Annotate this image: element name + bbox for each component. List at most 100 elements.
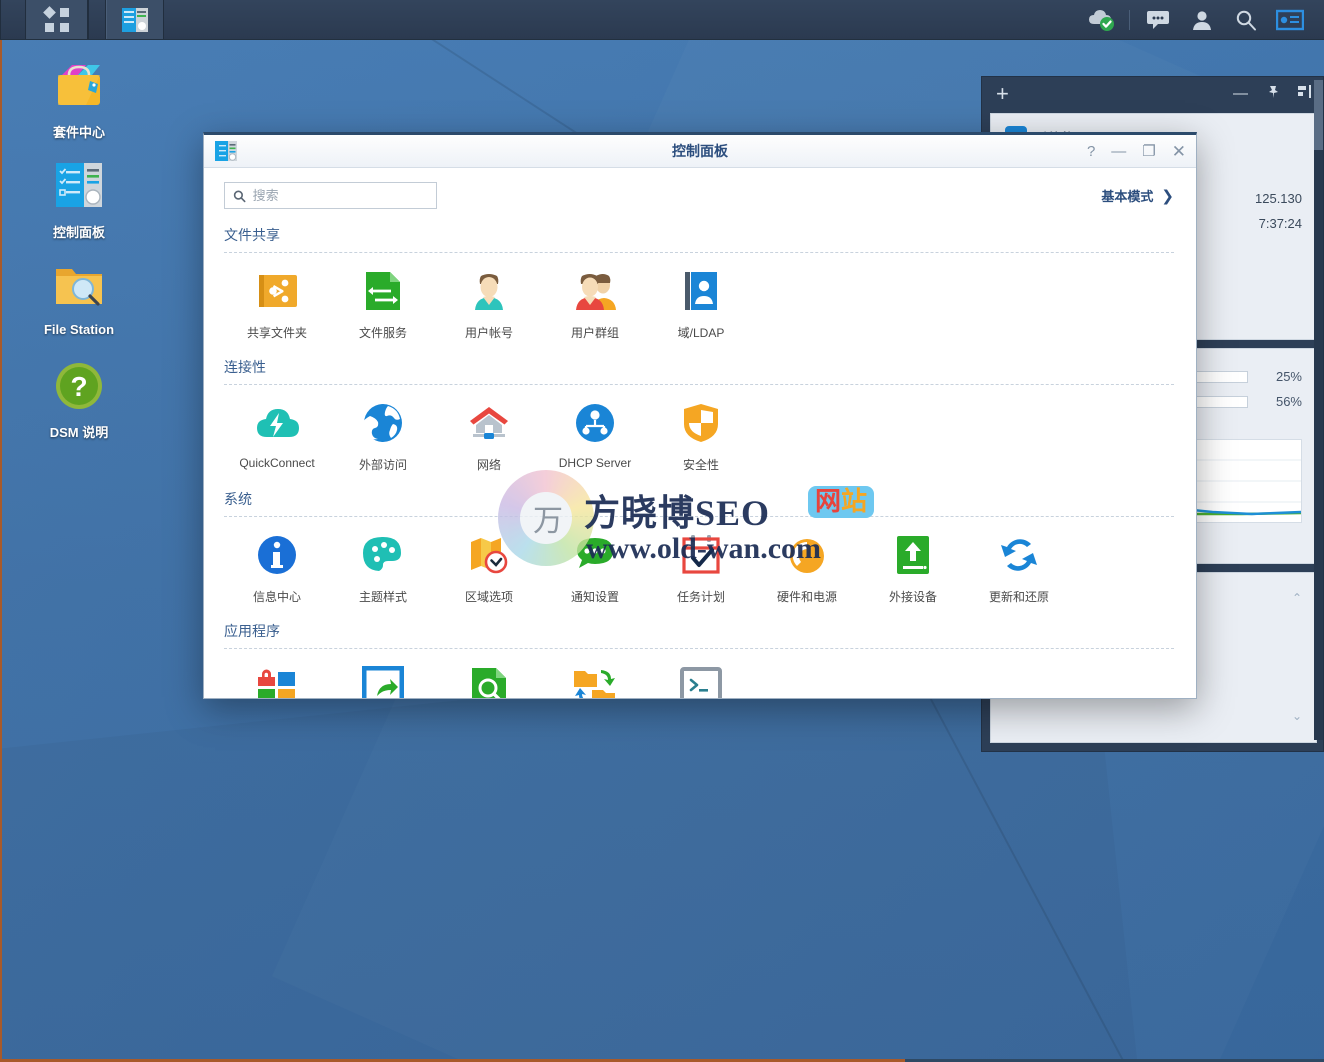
- chevron-right-icon: ❯: [1161, 187, 1174, 205]
- widget-scrollbar[interactable]: [1314, 80, 1323, 740]
- widget-collapse-button[interactable]: [1298, 84, 1313, 103]
- cp-item-label: 外部访问: [358, 458, 407, 472]
- control-panel-icon: [122, 7, 148, 32]
- cp-item-label: 硬件和电源: [776, 590, 837, 604]
- cp-item-application-portal[interactable]: 应用程序门户: [330, 663, 436, 698]
- section-items: 权限 应用程序门户: [224, 649, 1174, 698]
- search-input[interactable]: [252, 188, 428, 203]
- cp-item-label: 用户群组: [570, 326, 619, 340]
- widget-minimize-button[interactable]: —: [1233, 85, 1248, 102]
- shortcut-label: DSM 说明: [49, 425, 109, 440]
- cp-item-hardware-power[interactable]: 硬件和电源: [754, 531, 860, 605]
- cp-item-label: 用户帐号: [464, 326, 513, 340]
- cp-item-terminal-snmp[interactable]: 终端机和 SNMP: [648, 663, 754, 698]
- cp-item-update-restore[interactable]: 更新和还原: [966, 531, 1072, 605]
- cp-item-task-scheduler[interactable]: 任务计划: [648, 531, 754, 605]
- shared-folder-sync-icon: [542, 663, 648, 698]
- search-box[interactable]: [224, 182, 437, 209]
- control-panel-icon: [20, 158, 138, 214]
- external-access-icon: [330, 399, 436, 447]
- cp-item-security[interactable]: 安全性: [648, 399, 754, 473]
- cp-item-user-group[interactable]: 用户群组: [542, 267, 648, 341]
- search-icon[interactable]: [1224, 0, 1268, 40]
- search-icon: [233, 190, 246, 202]
- ip-value: 125.130: [1255, 191, 1302, 206]
- browser-edge-left: [0, 40, 2, 1062]
- cp-item-label: 更新和还原: [988, 590, 1049, 604]
- widget-scrollbar-thumb[interactable]: [1314, 80, 1323, 150]
- cp-item-theme[interactable]: 主题样式: [330, 531, 436, 605]
- cp-item-domain-ldap[interactable]: 域/LDAP: [648, 267, 754, 341]
- cp-item-privileges[interactable]: 权限: [224, 663, 330, 698]
- quickconnect-icon: [224, 399, 330, 447]
- taskbar: [0, 0, 1324, 40]
- cp-item-user-account[interactable]: 用户帐号: [436, 267, 542, 341]
- cp-item-label: QuickConnect: [239, 456, 315, 470]
- shortcut-dsm-help[interactable]: ? DSM 说明: [20, 358, 138, 441]
- taskbar-right: [1079, 0, 1324, 39]
- taskbar-task-control-panel[interactable]: [106, 0, 164, 39]
- section-items: 共享文件夹 文件服务 用户帐号 用户群组 域/LDAP: [224, 253, 1174, 341]
- chevron-up-icon[interactable]: ⌃: [1292, 591, 1302, 605]
- notification-settings-icon: [542, 531, 648, 579]
- shortcut-control-panel[interactable]: 控制面板: [20, 158, 138, 241]
- section-title: 应用程序: [224, 623, 280, 639]
- widget-pin-button[interactable]: [1266, 85, 1280, 103]
- control-panel-window: 控制面板 ? — ❐ ✕ 基本模式 ❯ 文件共享: [203, 132, 1197, 699]
- shortcut-file-station[interactable]: File Station: [20, 258, 138, 337]
- notification-icon[interactable]: [1136, 0, 1180, 40]
- cp-item-label: 信息中心: [252, 590, 301, 604]
- cp-item-shared-folder[interactable]: 共享文件夹: [224, 267, 330, 341]
- terminal-snmp-icon: [648, 663, 754, 698]
- user-icon[interactable]: [1180, 0, 1224, 40]
- time-value: 7:37:24: [1258, 216, 1302, 231]
- cp-item-label: DHCP Server: [558, 456, 632, 470]
- taskbar-edge-button[interactable]: [0, 0, 26, 39]
- control-panel-toolbar: 基本模式 ❯: [224, 182, 1174, 209]
- taskbar-divider-button[interactable]: [88, 0, 106, 39]
- file-station-icon: [20, 258, 138, 314]
- cp-item-shared-folder-sync[interactable]: 共享文件夹同步: [542, 663, 648, 698]
- window-title-bar[interactable]: 控制面板 ? — ❐ ✕: [204, 135, 1196, 168]
- cp-item-dhcp-server[interactable]: DHCP Server: [542, 399, 648, 473]
- section-title: 连接性: [224, 359, 266, 375]
- cp-item-network[interactable]: 网络: [436, 399, 542, 473]
- cp-item-regional-options[interactable]: 区域选项: [436, 531, 542, 605]
- close-button[interactable]: ✕: [1172, 143, 1186, 160]
- regional-options-icon: [436, 531, 542, 579]
- widget-icon[interactable]: [1268, 0, 1312, 40]
- cp-item-indexing-service[interactable]: 索引服务: [436, 663, 542, 698]
- cp-item-label: 域/LDAP: [677, 326, 725, 340]
- mode-switch-link[interactable]: 基本模式 ❯: [1101, 186, 1174, 205]
- cp-item-label: 主题样式: [358, 590, 407, 604]
- section-system: 系统 信息中心 主题样式 区域选项 通知设置 任务计划 硬件和电源 外接设备 更…: [224, 489, 1174, 605]
- section-items: QuickConnect 外部访问 网络 DHCP Server 安全性: [224, 385, 1174, 473]
- cp-item-label: 任务计划: [676, 590, 725, 604]
- taskbar-left: [0, 0, 164, 39]
- cp-item-notification-settings[interactable]: 通知设置: [542, 531, 648, 605]
- cp-item-label: 共享文件夹: [246, 326, 307, 340]
- dsm-help-icon: ?: [20, 358, 138, 414]
- cloud-status-icon[interactable]: [1079, 0, 1123, 40]
- grid-icon: [43, 5, 69, 32]
- cp-item-file-services[interactable]: 文件服务: [330, 267, 436, 341]
- cp-item-external-access[interactable]: 外部访问: [330, 399, 436, 473]
- section-title: 文件共享: [224, 227, 280, 243]
- taskbar-spacer: [164, 0, 1079, 39]
- add-widget-button[interactable]: +: [996, 82, 1009, 105]
- cp-item-info-center[interactable]: 信息中心: [224, 531, 330, 605]
- help-button[interactable]: ?: [1087, 144, 1095, 159]
- chevron-down-icon[interactable]: ⌄: [1292, 709, 1302, 723]
- cp-item-quickconnect[interactable]: QuickConnect: [224, 399, 330, 473]
- main-menu-button[interactable]: [26, 0, 88, 39]
- shortcut-label: 控制面板: [52, 225, 105, 240]
- minimize-button[interactable]: —: [1111, 144, 1126, 159]
- security-icon: [648, 399, 754, 447]
- shortcut-package-center[interactable]: 套件中心: [20, 58, 138, 141]
- maximize-button[interactable]: ❐: [1142, 144, 1155, 159]
- theme-icon: [330, 531, 436, 579]
- widget-panel-header: + —: [982, 77, 1323, 110]
- mode-label: 基本模式: [1101, 189, 1154, 204]
- cp-item-external-devices[interactable]: 外接设备: [860, 531, 966, 605]
- taskbar-separator: [1129, 9, 1130, 30]
